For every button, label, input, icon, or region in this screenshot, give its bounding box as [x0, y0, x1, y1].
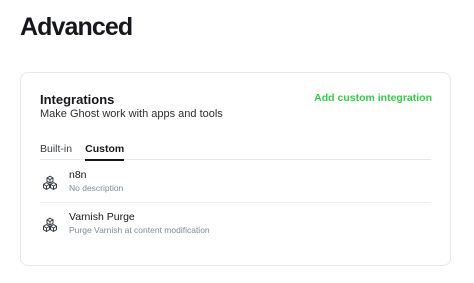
integrations-card: Integrations Make Ghost work with apps a…: [20, 72, 451, 266]
add-custom-integration-button[interactable]: Add custom integration: [314, 92, 432, 104]
integration-name: n8n: [69, 169, 87, 181]
integrations-title: Integrations: [40, 92, 115, 107]
integration-name: Varnish Purge: [69, 211, 135, 223]
page-title: Advanced: [20, 13, 133, 41]
integration-description: Purge Varnish at content modification: [69, 225, 210, 235]
integrations-description: Make Ghost work with apps and tools: [40, 108, 223, 120]
integration-row-varnish-purge[interactable]: Varnish Purge Purge Varnish at content m…: [40, 203, 431, 245]
integrations-list: n8n No description Varnish Purge Purge V…: [40, 161, 431, 245]
tab-built-in[interactable]: Built-in: [40, 140, 72, 160]
cubes-icon: [42, 217, 58, 233]
integrations-tabs: Built-in Custom: [40, 140, 431, 161]
integration-description: No description: [69, 183, 124, 193]
integration-row-n8n[interactable]: n8n No description: [40, 161, 431, 203]
cubes-icon: [42, 175, 58, 191]
tab-custom[interactable]: Custom: [85, 140, 125, 161]
